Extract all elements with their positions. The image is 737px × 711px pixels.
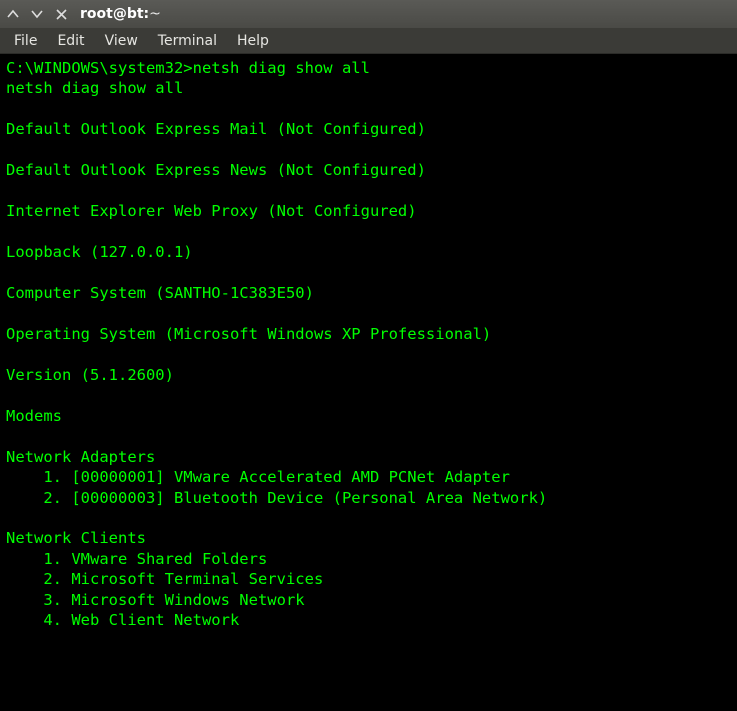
terminal-line: Internet Explorer Web Proxy (Not Configu… — [6, 202, 417, 220]
terminal-line: 1. [00000001] VMware Accelerated AMD PCN… — [6, 468, 510, 486]
terminal-line: Version (5.1.2600) — [6, 366, 174, 384]
terminal-command: netsh diag show all — [193, 59, 370, 77]
window-controls — [6, 7, 68, 21]
minimize-button[interactable] — [6, 7, 20, 21]
maximize-button[interactable] — [30, 7, 44, 21]
terminal-line: Modems — [6, 407, 62, 425]
terminal-line: netsh diag show all — [6, 79, 183, 97]
window-title-host: root@bt: — [80, 6, 149, 22]
menu-view[interactable]: View — [97, 31, 146, 51]
menu-terminal[interactable]: Terminal — [150, 31, 225, 51]
terminal-line: Network Clients — [6, 529, 146, 547]
terminal-line: Default Outlook Express Mail (Not Config… — [6, 120, 426, 138]
terminal-line: Network Adapters — [6, 448, 155, 466]
menubar: File Edit View Terminal Help — [0, 28, 737, 54]
terminal-line: 1. VMware Shared Folders — [6, 550, 267, 568]
close-button[interactable] — [54, 7, 68, 21]
window-titlebar: root@bt: ~ — [0, 0, 737, 28]
menu-help[interactable]: Help — [229, 31, 277, 51]
terminal-line: Default Outlook Express News (Not Config… — [6, 161, 426, 179]
menu-file[interactable]: File — [6, 31, 45, 51]
window-title: root@bt: ~ — [80, 6, 161, 22]
terminal-line: 2. Microsoft Terminal Services — [6, 570, 323, 588]
terminal-viewport[interactable]: C:\WINDOWS\system32>netsh diag show all … — [0, 54, 737, 711]
terminal-line: 2. [00000003] Bluetooth Device (Personal… — [6, 489, 547, 507]
window-title-path: ~ — [149, 6, 161, 22]
terminal-line: Operating System (Microsoft Windows XP P… — [6, 325, 491, 343]
menu-edit[interactable]: Edit — [49, 31, 92, 51]
terminal-line: 3. Microsoft Windows Network — [6, 591, 305, 609]
terminal-line: Computer System (SANTHO-1C383E50) — [6, 284, 314, 302]
terminal-line: 4. Web Client Network — [6, 611, 239, 629]
terminal-line: Loopback (127.0.0.1) — [6, 243, 193, 261]
terminal-prompt: C:\WINDOWS\system32> — [6, 59, 193, 77]
